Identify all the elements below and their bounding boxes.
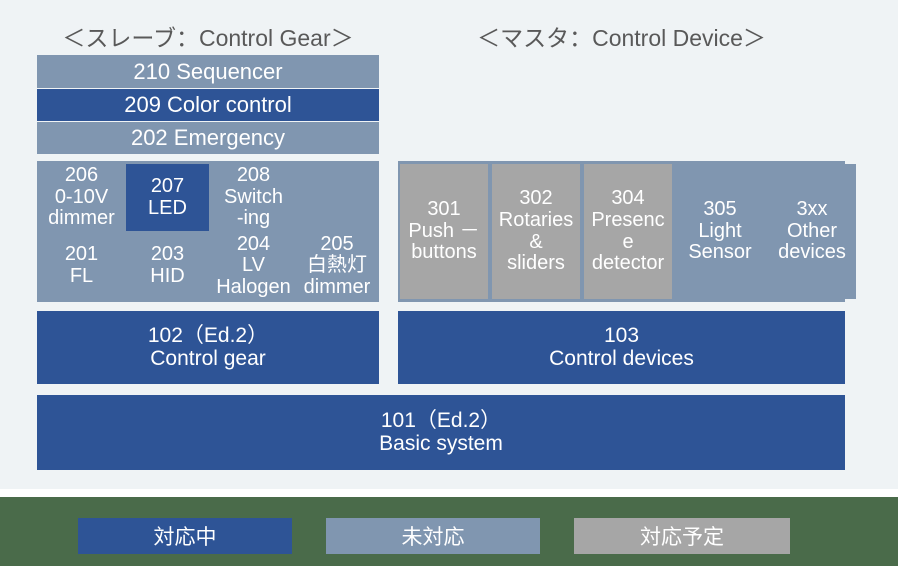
block-304-line4: detector [591, 252, 665, 275]
block-205-line3: dimmer [303, 275, 371, 298]
block-206-line3: dimmer [48, 207, 115, 230]
block-305-line2: Light [698, 219, 742, 242]
block-204-line2: LV [242, 254, 265, 277]
legend-item-planned[interactable]: 対応予定 [574, 518, 790, 554]
block-3xx-line1: 3xx [796, 198, 828, 221]
block-302-line2: Rotaries [498, 208, 574, 231]
block-204-line1: 204 [236, 233, 271, 255]
block-209-label: 209 Color control [124, 92, 292, 118]
block-304-line1: 304 [611, 187, 645, 210]
legend-item-not-supported-label: 未対応 [401, 526, 465, 549]
block-205-line1: 205 [320, 233, 354, 255]
block-305-line3: Sensor [688, 241, 752, 264]
diagram-canvas: ＜スレーブ：Control Gear＞ ＜マスタ：Control Device＞… [0, 0, 898, 566]
block-204-line3: Halogen [216, 275, 291, 298]
block-208-switching[interactable]: 208 Switch -ing [212, 164, 295, 231]
legend-item-active-label: 対応中 [153, 526, 217, 549]
block-101-line1: 101（Ed.2） [380, 408, 502, 432]
column-heading-master: ＜マスタ：Control Device＞ [477, 25, 766, 51]
block-101-basic-system[interactable]: 101（Ed.2） Basic system [37, 395, 845, 470]
block-201-line2: FL [69, 265, 94, 287]
block-208-line2: Switch [224, 185, 283, 208]
block-3xx-line3: devices [778, 241, 846, 264]
block-empty-slot [298, 164, 376, 231]
legend-item-planned-label: 対応予定 [640, 526, 724, 549]
column-heading-slave: ＜スレーブ：Control Gear＞ [62, 25, 354, 51]
block-3xx-line2: Other [786, 219, 838, 242]
block-305-light-sensor[interactable]: 305 Light Sensor [676, 164, 764, 299]
block-302-rotaries-sliders[interactable]: 302 Rotaries & sliders [492, 164, 580, 299]
block-103-line1: 103 [603, 323, 640, 347]
block-208-line3: -ing [236, 207, 271, 230]
block-103-line2: Control devices [549, 346, 694, 370]
block-210-label: 210 Sequencer [133, 58, 283, 84]
block-207-line2: LED [148, 196, 187, 219]
block-205-line2: 白熱灯 [307, 254, 367, 277]
block-304-line3: e [622, 230, 634, 253]
block-203-line2: HID [150, 265, 185, 287]
block-102-line1: 102（Ed.2） [147, 323, 269, 347]
block-210-sequencer[interactable]: 210 Sequencer [37, 55, 379, 88]
legend-item-active[interactable]: 対応中 [78, 518, 292, 554]
block-301-line1: 301 [427, 198, 461, 221]
block-204-lv-halogen[interactable]: 204 LV Halogen [212, 233, 295, 299]
block-209-color-control[interactable]: 209 Color control [37, 89, 379, 121]
block-304-line2: Presenc [591, 208, 665, 231]
block-301-line3: buttons [411, 241, 477, 264]
block-102-line2: Control gear [150, 346, 266, 370]
block-201-line1: 201 [64, 243, 99, 266]
block-203-line1: 203 [150, 243, 185, 266]
block-302-line3: & [529, 230, 543, 253]
block-202-emergency[interactable]: 202 Emergency [37, 122, 379, 154]
legend-divider [0, 489, 898, 497]
block-205-incandescent-dimmer[interactable]: 205 白熱灯 dimmer [298, 233, 376, 299]
block-206-line2: 0-10V [54, 185, 109, 208]
block-207-line1: 207 [150, 174, 185, 197]
block-305-line1: 305 [703, 198, 737, 221]
block-3xx-other-devices[interactable]: 3xx Other devices [768, 164, 856, 299]
block-201-fl[interactable]: 201 FL [40, 233, 123, 299]
block-301-push-buttons[interactable]: 301 Push － buttons [400, 164, 488, 299]
block-103-control-devices[interactable]: 103 Control devices [398, 311, 845, 384]
block-203-hid[interactable]: 203 HID [126, 233, 209, 299]
block-208-line1: 208 [236, 164, 271, 187]
block-301-line2: Push － [408, 219, 480, 242]
legend-item-not-supported[interactable]: 未対応 [326, 518, 540, 554]
block-206-line1: 206 [64, 164, 99, 187]
block-302-line4: sliders [507, 252, 565, 275]
block-304-presence-detector[interactable]: 304 Presenc e detector [584, 164, 672, 299]
block-302-line1: 302 [519, 187, 553, 210]
block-202-label: 202 Emergency [130, 125, 286, 151]
block-101-line2: Basic system [379, 431, 503, 455]
block-102-control-gear[interactable]: 102（Ed.2） Control gear [37, 311, 379, 384]
block-207-led[interactable]: 207 LED [126, 164, 209, 231]
block-206-0-10v-dimmer[interactable]: 206 0-10V dimmer [40, 164, 123, 231]
